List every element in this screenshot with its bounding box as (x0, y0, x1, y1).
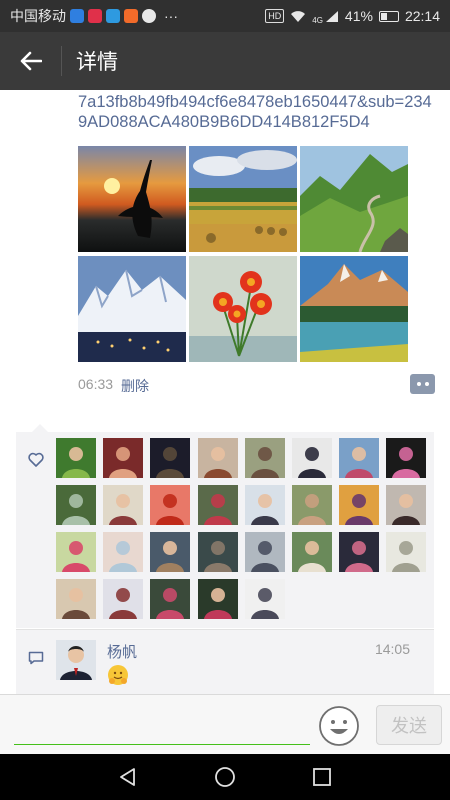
like-avatar[interactable] (244, 485, 285, 525)
photo-hay-bales[interactable] (189, 146, 297, 252)
like-avatar[interactable] (197, 438, 238, 478)
post-time: 06:33 (78, 376, 114, 392)
status-bar: 中国移动 ··· HD 4G 41% 22:14 (0, 0, 450, 32)
like-avatar[interactable] (103, 579, 144, 619)
like-avatar[interactable] (292, 485, 332, 525)
photo-red-flowers[interactable] (189, 256, 297, 362)
like-avatar[interactable] (197, 532, 238, 572)
photo-grid (78, 146, 408, 362)
dot-icon (416, 382, 421, 386)
like-avatar[interactable] (339, 485, 380, 525)
app-notification-icon (70, 9, 84, 23)
comment-action-button[interactable] (410, 374, 435, 394)
like-avatar[interactable] (150, 438, 191, 478)
like-avatar[interactable] (103, 485, 144, 525)
like-avatar[interactable] (150, 579, 191, 619)
app-notification-icon (106, 9, 120, 23)
comment-time: 14:05 (374, 641, 410, 657)
post-link-text[interactable]: 7a13fb8b49fb494cf6e8478eb1650447&sub=234… (78, 92, 440, 132)
arrow-left-icon (20, 51, 42, 71)
nav-recent-button[interactable] (302, 757, 342, 797)
like-avatar[interactable] (386, 438, 427, 478)
wifi-icon (291, 10, 306, 22)
like-avatar[interactable] (244, 579, 285, 619)
likes-section (16, 424, 434, 628)
like-avatar[interactable] (56, 579, 96, 619)
like-avatar[interactable] (339, 532, 380, 572)
like-avatar[interactable] (386, 485, 427, 525)
clock: 22:14 (404, 8, 440, 24)
network-type-label: 4G (312, 15, 323, 25)
comment-input-bar: 发送 (0, 694, 450, 754)
smiley-icon[interactable] (318, 705, 360, 747)
back-button[interactable] (0, 46, 62, 76)
comment-author[interactable]: 杨帆 (107, 641, 137, 662)
status-right: HD 4G 41% 22:14 (265, 8, 440, 25)
photo-crane-sunset[interactable] (78, 146, 186, 252)
battery-icon (378, 10, 399, 22)
like-avatar[interactable] (56, 438, 96, 478)
like-avatar[interactable] (292, 438, 332, 478)
like-avatar[interactable] (150, 532, 191, 572)
nav-back-button[interactable] (108, 757, 148, 797)
like-avatar[interactable] (56, 485, 96, 525)
photo-mountain-lake[interactable] (300, 256, 408, 362)
app-notification-icon (124, 9, 138, 23)
triangle-back-icon (120, 768, 136, 786)
status-left: 中国移动 ··· (10, 6, 178, 26)
like-avatar[interactable] (150, 485, 191, 525)
circle-home-icon (215, 767, 235, 787)
like-avatar[interactable] (339, 438, 380, 478)
battery-level (380, 12, 388, 20)
delete-button[interactable]: 删除 (121, 376, 149, 396)
more-notifications-icon: ··· (164, 8, 178, 24)
hd-badge: HD (265, 9, 285, 23)
like-avatar[interactable] (103, 438, 144, 478)
like-avatar[interactable] (244, 532, 285, 572)
carrier-label: 中国移动 (10, 8, 66, 24)
comment-bubble-icon (28, 651, 44, 665)
app-notification-icon (88, 9, 102, 23)
dot-icon (424, 382, 429, 386)
page-title: 详情 (76, 51, 118, 74)
avatar[interactable] (56, 640, 96, 680)
square-recent-icon (312, 768, 331, 786)
like-avatar[interactable] (56, 532, 96, 572)
hugging-face-emoji (108, 665, 128, 685)
like-avatar[interactable] (103, 532, 144, 572)
like-avatar[interactable] (292, 532, 332, 572)
comments-section: 杨帆 14:05 (16, 629, 434, 694)
system-nav-bar (0, 754, 450, 800)
nav-home-button[interactable] (205, 757, 245, 797)
photo-green-mountains[interactable] (300, 146, 408, 252)
signal-icon (325, 10, 338, 22)
like-avatar[interactable] (197, 485, 238, 525)
title-bar: 详情 (0, 32, 450, 90)
like-avatar[interactable] (244, 438, 285, 478)
moment-detail: 7a13fb8b49fb494cf6e8478eb1650447&sub=234… (0, 90, 450, 694)
comment-input[interactable] (14, 707, 310, 745)
like-avatar[interactable] (197, 579, 238, 619)
weibo-icon (142, 9, 156, 23)
send-button[interactable]: 发送 (376, 705, 442, 745)
heart-outline-icon (28, 452, 44, 467)
like-avatar[interactable] (386, 532, 427, 572)
battery-percent: 41% (344, 8, 373, 24)
photo-snowy-village[interactable] (78, 256, 186, 362)
